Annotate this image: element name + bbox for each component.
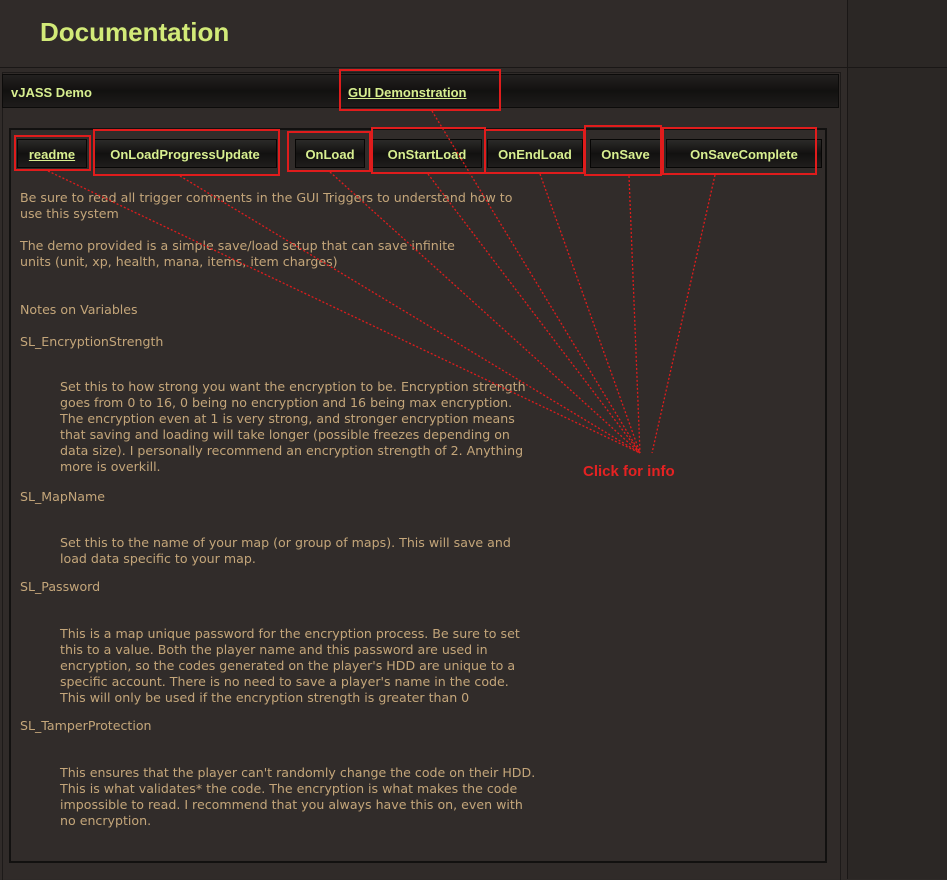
intro-paragraph-1: Be sure to read all trigger comments in … xyxy=(20,190,513,221)
tab-vjass-demo[interactable]: vJASS Demo xyxy=(11,85,92,100)
onsavecomplete-button[interactable]: OnSaveComplete xyxy=(666,139,822,168)
tab-gui-demonstration[interactable]: GUI Demonstration xyxy=(348,85,466,100)
var-tamper-protection-name: SL_TamperProtection xyxy=(20,718,152,733)
side-column xyxy=(847,0,947,879)
notes-heading: Notes on Variables xyxy=(20,302,138,317)
page-header: Documentation xyxy=(0,0,847,68)
onendload-button[interactable]: OnEndLoad xyxy=(487,139,583,168)
var-encryption-strength-name: SL_EncryptionStrength xyxy=(20,334,164,349)
var-encryption-strength-desc: Set this to how strong you want the encr… xyxy=(60,379,526,474)
onsave-button[interactable]: OnSave xyxy=(590,139,661,168)
var-password-desc: This is a map unique password for the en… xyxy=(60,626,520,705)
side-header xyxy=(848,0,947,68)
readme-button[interactable]: readme xyxy=(17,139,87,168)
click-for-info-label: Click for info xyxy=(583,463,675,480)
var-mapname-desc: Set this to the name of your map (or gro… xyxy=(60,535,511,566)
onload-button[interactable]: OnLoad xyxy=(295,139,365,168)
var-mapname-name: SL_MapName xyxy=(20,489,106,504)
var-tamper-protection-desc: This ensures that the player can't rando… xyxy=(60,765,536,828)
onloadprogressupdate-button[interactable]: OnLoadProgressUpdate xyxy=(93,139,277,168)
var-password-name: SL_Password xyxy=(20,579,101,594)
onstartload-button[interactable]: OnStartLoad xyxy=(372,139,482,168)
page-title: Documentation xyxy=(40,17,230,47)
demo-tabbar: vJASS Demo GUI Demonstration xyxy=(2,74,839,108)
intro-paragraph-2: The demo provided is a simple save/load … xyxy=(20,238,455,269)
